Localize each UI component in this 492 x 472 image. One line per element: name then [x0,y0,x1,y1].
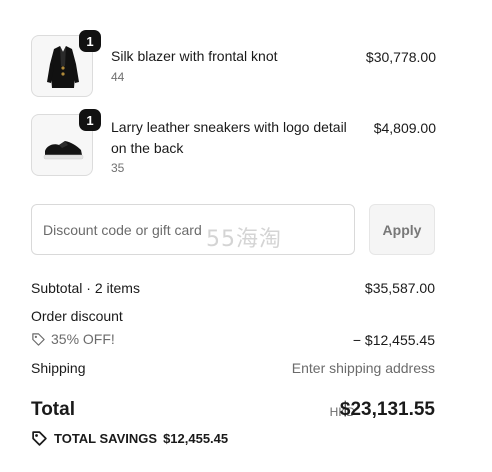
product-name: Larry leather sneakers with logo detail … [111,119,347,156]
total-savings: TOTAL SAVINGS $12,455.45 [31,430,228,447]
quantity-badge: 1 [79,109,101,131]
promo-discount-value: − $12,455.45 [352,332,435,348]
product-thumbnail: 1 [31,30,101,97]
product-thumbnail: 1 [31,109,101,176]
product-price: $30,778.00 [365,49,436,65]
quantity-badge: 1 [79,30,101,52]
line-item: 1 Larry leather sneakers with logo detai… [31,109,436,180]
tag-icon [32,332,45,346]
subtotal-value: $35,587.00 [364,280,435,296]
total-label: Total [31,399,75,420]
total-value: $23,131.55 [339,399,435,420]
savings-label: TOTAL SAVINGS [54,431,158,446]
apply-button[interactable]: Apply [369,204,435,255]
product-variant: 44 [111,70,125,84]
product-price: $4,809.00 [373,120,436,136]
shipping-value: Enter shipping address [291,360,435,376]
savings-value: $12,455.45 [163,431,229,446]
shipping-label: Shipping [31,360,86,376]
product-name: Silk blazer with frontal knot [111,48,278,64]
discount-code-input[interactable] [31,204,355,255]
product-variant: 35 [111,161,125,175]
order-discount-label: Order discount [31,308,123,324]
line-item: 1 Silk blazer with frontal knot 44 $30,7… [31,30,436,101]
tag-icon [32,431,47,446]
watermark-logo: 55海淘 [206,227,282,252]
subtotal-label: Subtotal · 2 items [31,280,140,296]
promo-label: 35% OFF! [51,331,115,347]
promo-code: 35% OFF! [31,331,115,347]
